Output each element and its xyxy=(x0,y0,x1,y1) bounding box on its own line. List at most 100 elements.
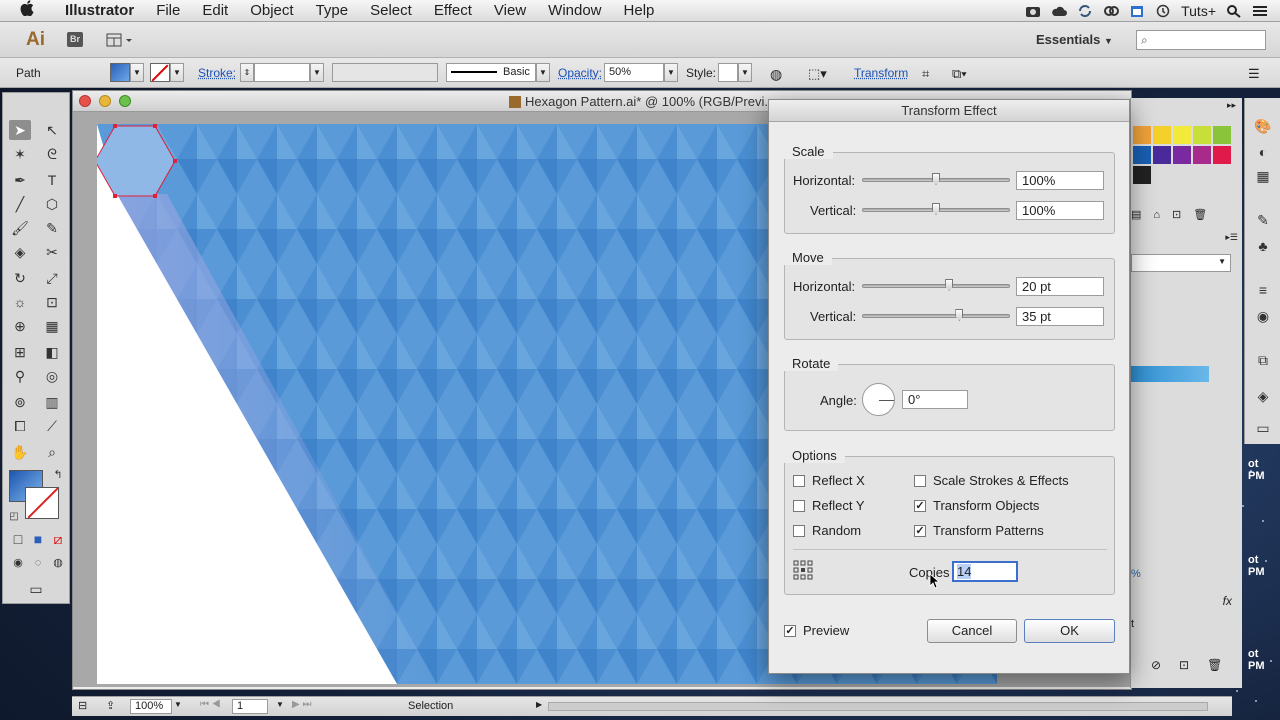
draw-behind-icon[interactable]: ◌ xyxy=(27,553,49,573)
swatch-red[interactable] xyxy=(1213,146,1231,164)
notification-list-icon[interactable] xyxy=(1252,4,1268,18)
reflect-y-box[interactable] xyxy=(793,499,805,512)
scale-horizontal-slider[interactable] xyxy=(862,173,1010,185)
rotate-tool-icon[interactable]: ↻ xyxy=(9,268,31,288)
reflect-y-checkbox[interactable]: Reflect Y xyxy=(793,498,865,513)
brush-definition[interactable]: Basic xyxy=(446,63,536,82)
stroke-panel-icon[interactable]: ≡ xyxy=(1254,282,1272,300)
zoom-tool-icon[interactable]: ⌕ xyxy=(41,442,63,462)
appearance-panel-actions[interactable]: ⊘⊡🗑 xyxy=(1151,658,1240,672)
panel-dropdown[interactable]: ▼ xyxy=(1131,254,1231,272)
warp-tool-icon[interactable]: ☼ xyxy=(9,292,31,312)
user-menu-label[interactable]: Tuts+ xyxy=(1181,3,1216,19)
fill-swatch[interactable] xyxy=(110,63,130,82)
stroke-color-box[interactable] xyxy=(25,487,59,519)
swatch-orange[interactable] xyxy=(1133,126,1151,144)
symbol-sprayer-tool-icon[interactable]: ⊚ xyxy=(9,392,31,412)
menu-select[interactable]: Select xyxy=(359,0,423,22)
color-panel-icon[interactable]: 🎨 xyxy=(1254,118,1272,136)
transform-patterns-box[interactable]: ✓ xyxy=(914,524,926,537)
paintbrush-tool-icon[interactable]: 🖌 xyxy=(9,218,31,238)
color-mode-icon[interactable]: □ xyxy=(7,529,29,549)
menu-window[interactable]: Window xyxy=(537,0,612,22)
swatches-icon[interactable]: ▦ xyxy=(1254,168,1272,186)
preview-checkbox[interactable]: ✓ Preview xyxy=(784,623,849,638)
shape-builder-tool-icon[interactable]: ⊕ xyxy=(9,316,31,336)
isolate-icon[interactable]: ⌗ xyxy=(922,66,929,82)
swatch-lime[interactable] xyxy=(1193,126,1211,144)
panel-collapse-icon[interactable]: ▸▸ xyxy=(1227,100,1236,111)
fx-icon[interactable]: fx xyxy=(1223,594,1232,608)
brushes-icon[interactable]: ✎ xyxy=(1254,212,1272,230)
opacity-field[interactable]: 50% xyxy=(604,63,664,82)
panel-menu-icon[interactable]: ☰ xyxy=(1248,66,1260,82)
align-options-icon[interactable]: ⬚▾ xyxy=(808,66,827,82)
random-box[interactable] xyxy=(793,524,805,537)
swatch-green[interactable] xyxy=(1213,126,1231,144)
swatch-lemon[interactable] xyxy=(1173,126,1191,144)
scale-strokes-box[interactable] xyxy=(914,474,926,487)
menu-help[interactable]: Help xyxy=(613,0,666,22)
color-guide-icon[interactable]: ◐ xyxy=(1254,144,1272,162)
swatch-magenta[interactable] xyxy=(1193,146,1211,164)
gradient-mode-icon[interactable]: ■ xyxy=(27,529,49,549)
next-artboard-icon[interactable]: ▶ ⏭ xyxy=(292,699,311,710)
zoom-level-field[interactable]: 100% xyxy=(130,699,172,714)
apple-icon[interactable] xyxy=(20,0,38,21)
panel-menu-icon-2[interactable]: ▸☰ xyxy=(1225,232,1238,243)
workspace-switcher[interactable]: Essentials ▼ xyxy=(1036,32,1113,47)
transform-panel-link[interactable]: Transform xyxy=(854,66,908,80)
creative-cloud-icon[interactable] xyxy=(1103,4,1120,18)
close-window-icon[interactable] xyxy=(79,95,91,107)
free-transform-tool-icon[interactable]: ⊡ xyxy=(41,292,63,312)
swap-fill-stroke-icon[interactable]: ↰ xyxy=(47,465,69,485)
first-artboard-icon[interactable]: ⏮ ◀ xyxy=(200,699,221,710)
menu-type[interactable]: Type xyxy=(305,0,360,22)
brush-dropdown[interactable]: ▼ xyxy=(536,63,550,82)
preview-box[interactable]: ✓ xyxy=(784,624,796,637)
stroke-weight-field[interactable] xyxy=(254,63,310,82)
swatch-violet[interactable] xyxy=(1173,146,1191,164)
mesh-tool-icon[interactable]: ⊞ xyxy=(9,342,31,362)
stroke-swatch[interactable] xyxy=(150,63,170,82)
graphic-style-swatch[interactable] xyxy=(718,63,738,82)
gradient-tool-icon[interactable]: ◧ xyxy=(41,342,63,362)
stroke-dropdown[interactable]: ▼ xyxy=(170,63,184,82)
cancel-button[interactable]: Cancel xyxy=(927,619,1017,643)
time-machine-icon[interactable] xyxy=(1155,4,1171,18)
scissors-tool-icon[interactable]: ✂ xyxy=(41,242,63,262)
copies-input[interactable]: 14 xyxy=(952,561,1018,582)
calendar-icon[interactable] xyxy=(1129,4,1145,18)
default-fill-stroke-icon[interactable]: ◰ xyxy=(3,507,25,527)
scale-strokes-checkbox[interactable]: Scale Strokes & Effects xyxy=(914,473,1069,488)
eyedropper-tool-icon[interactable]: ⚲ xyxy=(9,366,31,386)
opacity-dropdown[interactable]: ▼ xyxy=(664,63,678,82)
stroke-panel-link[interactable]: Stroke: xyxy=(198,66,236,80)
menu-object[interactable]: Object xyxy=(239,0,304,22)
column-graph-tool-icon[interactable]: ▥ xyxy=(41,392,63,412)
blend-tool-icon[interactable]: ◎ xyxy=(41,366,63,386)
arrange-icon[interactable]: ⧉▾ xyxy=(952,66,967,82)
scale-vertical-slider[interactable] xyxy=(862,203,1010,215)
swatch-panel-actions[interactable]: ▤⌂⊡🗑 xyxy=(1131,208,1219,221)
reflect-x-box[interactable] xyxy=(793,474,805,487)
move-horizontal-input[interactable]: 20 pt xyxy=(1016,277,1104,296)
bridge-button[interactable]: Br xyxy=(67,32,83,47)
fill-dropdown[interactable]: ▼ xyxy=(130,63,144,82)
scale-vertical-input[interactable]: 100% xyxy=(1016,201,1104,220)
graphic-style-dropdown[interactable]: ▼ xyxy=(738,63,752,82)
reference-point-icon[interactable] xyxy=(793,560,813,580)
rotate-angle-input[interactable]: 0° xyxy=(902,390,968,409)
stroke-weight-dropdown[interactable]: ▼ xyxy=(310,63,324,82)
scale-tool-icon[interactable]: ⤢ xyxy=(41,268,63,288)
artboards-icon[interactable]: ▭ xyxy=(1254,420,1272,438)
links-icon[interactable]: ⧉ xyxy=(1254,352,1272,370)
artboard-number-field[interactable]: 1 xyxy=(232,699,268,714)
swatch-black[interactable] xyxy=(1133,166,1151,184)
transform-objects-box[interactable]: ✓ xyxy=(914,499,926,512)
polygon-tool-icon[interactable]: ⬡ xyxy=(41,194,63,214)
minimize-window-icon[interactable] xyxy=(99,95,111,107)
artboard-dropdown-icon[interactable]: ▼ xyxy=(276,700,284,709)
random-checkbox[interactable]: Random xyxy=(793,523,861,538)
ok-button[interactable]: OK xyxy=(1024,619,1115,643)
